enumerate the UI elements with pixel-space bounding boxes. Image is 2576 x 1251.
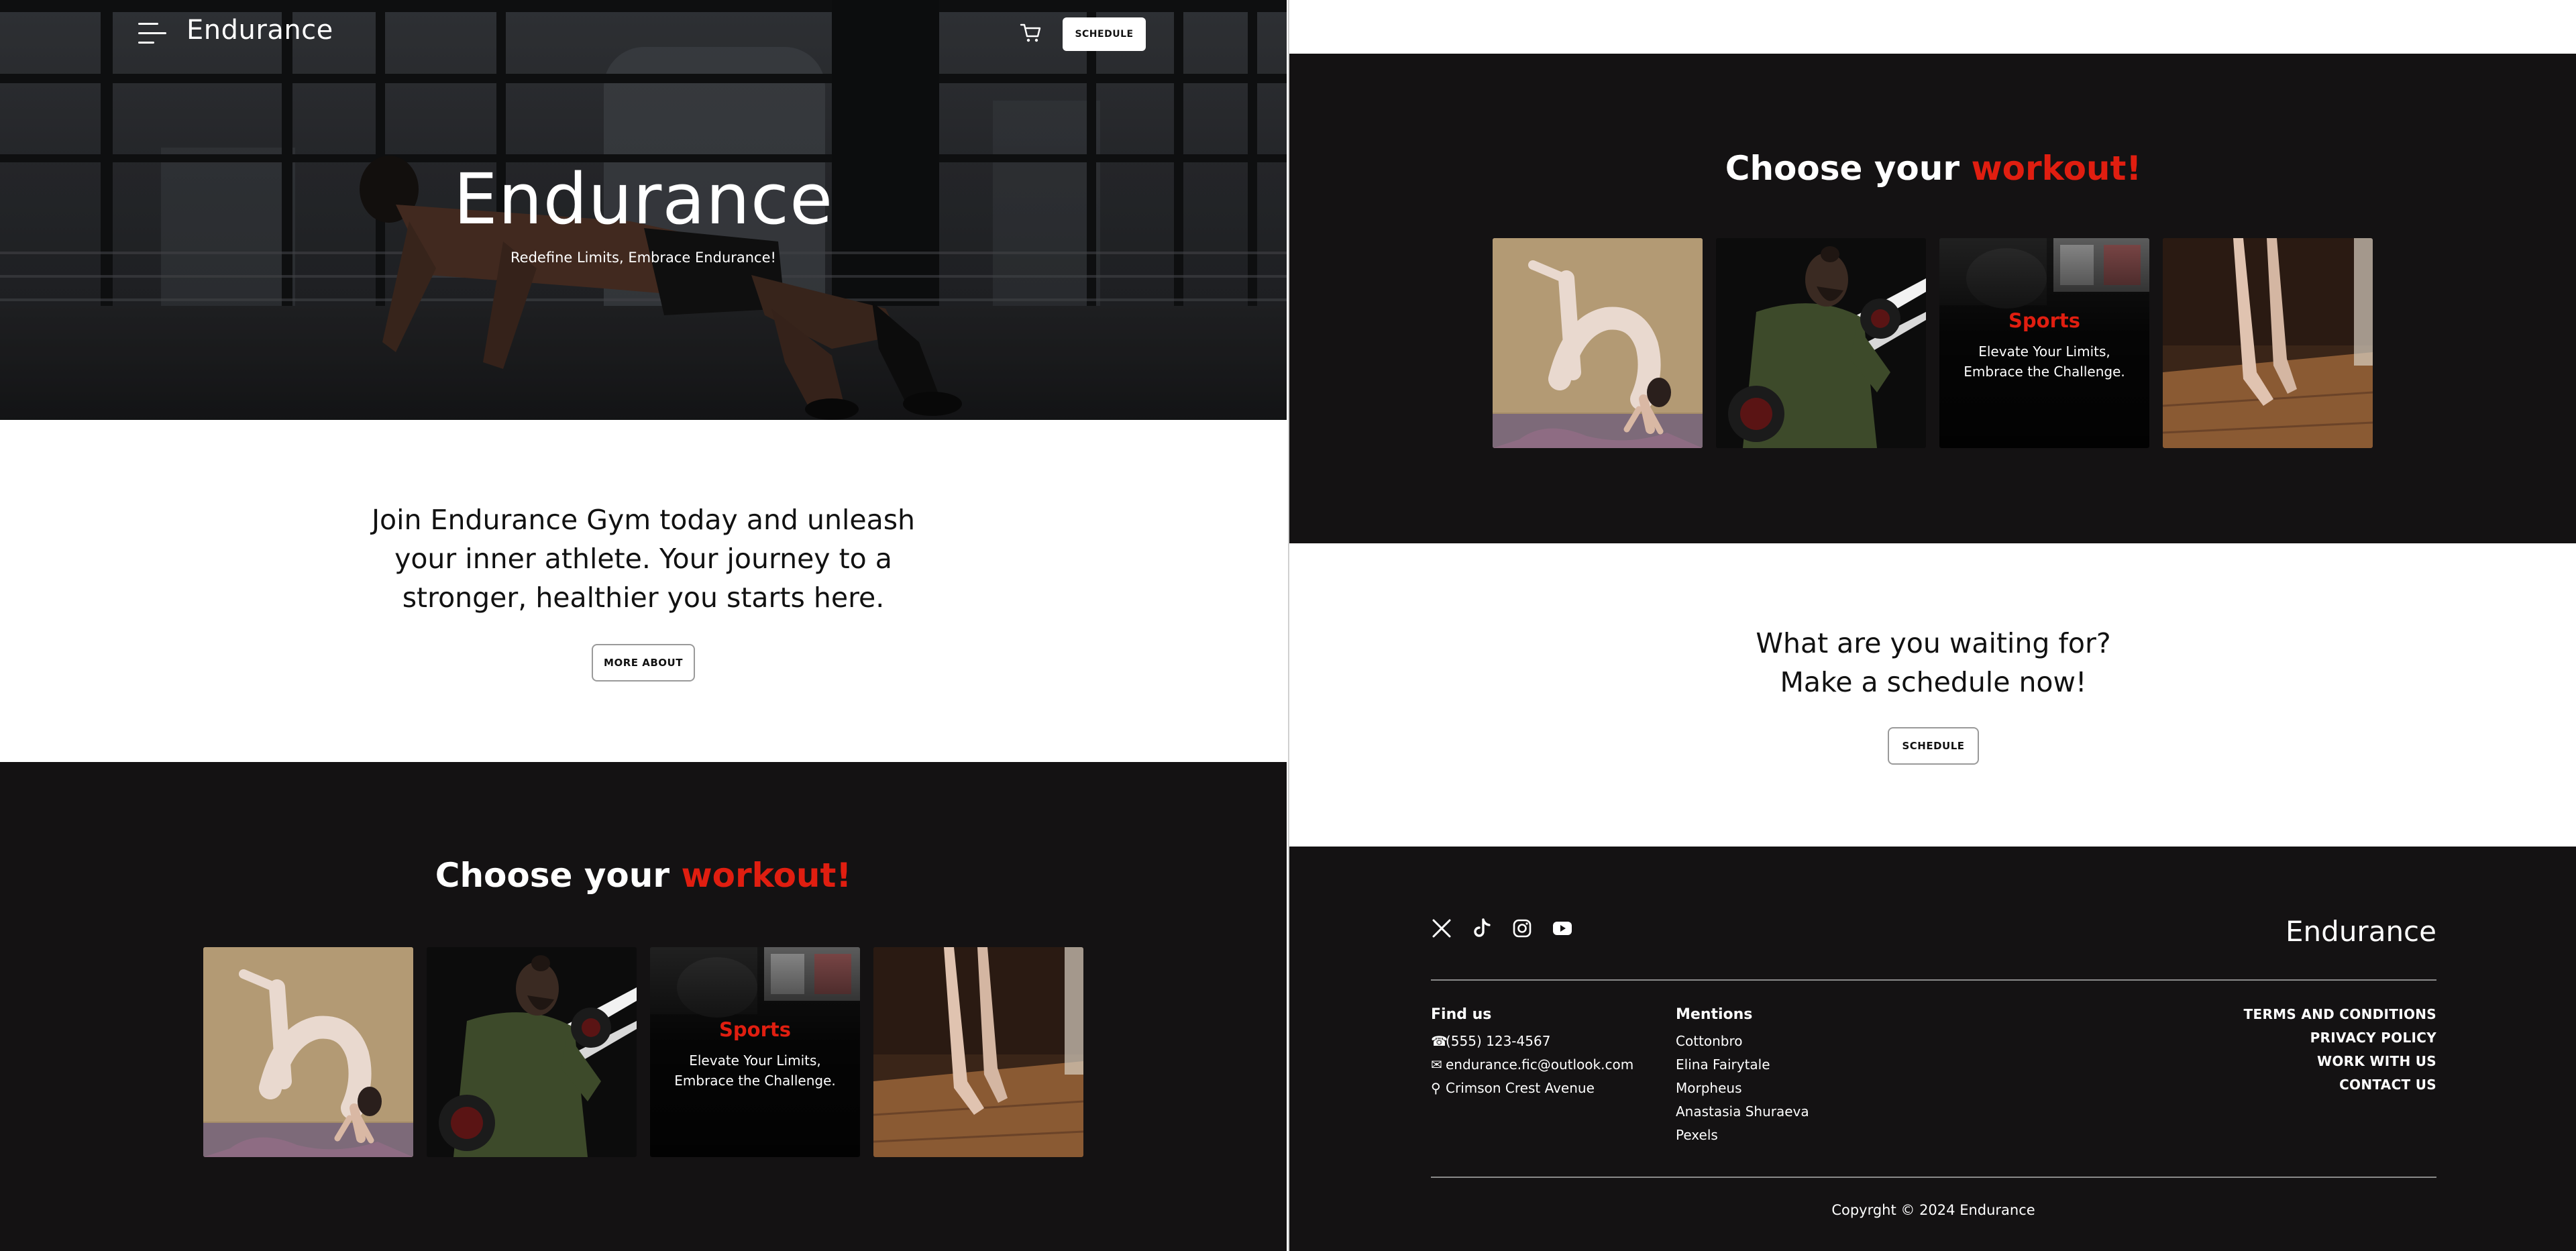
mention-item: Pexels — [1676, 1127, 1718, 1143]
sports-card-title: Sports — [2008, 309, 2080, 332]
cta-line-2: Make a schedule now! — [1780, 666, 2087, 698]
find-us-title: Find us — [1431, 1006, 1492, 1023]
hero-section: Endurance SCHEDULE Endurance Redefine Li… — [0, 0, 1287, 420]
workout-title-accent-repeat: workout! — [1971, 149, 2142, 188]
workout-title-accent: workout! — [681, 856, 852, 895]
ballet-pointe-photo — [873, 947, 1083, 1157]
cta-section: What are you waiting for? Make a schedul… — [1289, 543, 2576, 847]
dumbbell-athlete-photo — [1716, 238, 1926, 448]
email-item[interactable]: ✉ endurance.fic@outlook.com — [1431, 1056, 1633, 1073]
address-text: Crimson Crest Avenue — [1446, 1080, 1595, 1096]
mentions-title: Mentions — [1676, 1006, 1753, 1023]
yoga-backbend-photo — [1493, 238, 1703, 448]
copyright-text: Copyrght © 2024 Endurance — [1831, 1202, 2035, 1218]
x-icon[interactable] — [1431, 918, 1452, 939]
more-about-button[interactable]: MORE ABOUT — [592, 644, 695, 682]
sports-card-tagline: Elevate Your Limits, Embrace the Challen… — [1939, 341, 2149, 382]
hero-subtitle: Redefine Limits, Embrace Endurance! — [511, 250, 776, 266]
mention-item: Cottonbro — [1676, 1033, 1743, 1049]
envelope-icon: ✉ — [1431, 1056, 1442, 1073]
location-pin-icon: ⚲ — [1431, 1080, 1441, 1096]
mention-item: Anastasia Shuraeva — [1676, 1103, 1809, 1120]
workout-card-strength-repeat[interactable] — [1716, 238, 1926, 448]
workout-card-yoga[interactable] — [203, 947, 413, 1157]
email-text: endurance.fic@outlook.com — [1446, 1056, 1634, 1073]
contact-us-link[interactable]: CONTACT US — [2339, 1077, 2436, 1093]
workout-card-sports-repeat[interactable]: Sports Elevate Your Limits, Embrace the … — [1939, 238, 2149, 448]
hero-title: Endurance — [453, 158, 834, 240]
footer-brand: Endurance — [2286, 915, 2436, 948]
dumbbell-athlete-photo — [427, 947, 637, 1157]
brand-logo[interactable]: Endurance — [186, 15, 333, 46]
schedule-button-cta[interactable]: SCHEDULE — [1888, 727, 1979, 765]
shopping-cart-icon[interactable] — [1020, 23, 1042, 43]
intro-section: Join Endurance Gym today and unleash you… — [0, 420, 1287, 762]
workout-card-yoga-repeat[interactable] — [1493, 238, 1703, 448]
workout-title: Choose your workout! — [0, 856, 1287, 895]
top-navbar: Endurance SCHEDULE — [0, 0, 1287, 67]
schedule-button-header[interactable]: SCHEDULE — [1063, 17, 1146, 51]
intro-line-2: your inner athlete. Your journey to a — [394, 543, 892, 575]
sports-card-tagline-2: Embrace the Challenge. — [674, 1073, 836, 1089]
work-with-us-link[interactable]: WORK WITH US — [2317, 1053, 2436, 1069]
terms-link[interactable]: TERMS AND CONDITIONS — [2244, 1006, 2436, 1022]
instagram-icon[interactable] — [1511, 918, 1533, 939]
sports-card-title: Sports — [719, 1018, 791, 1041]
workout-card-sports[interactable]: Sports Elevate Your Limits, Embrace the … — [650, 947, 860, 1157]
address-item: ⚲ Crimson Crest Avenue — [1431, 1080, 1595, 1096]
phone-item: ☎(555) 123-4567 — [1431, 1033, 1550, 1049]
sports-card-tagline-1: Elevate Your Limits, — [689, 1052, 821, 1069]
youtube-icon[interactable] — [1552, 918, 1573, 939]
workout-title-prefix: Choose your — [435, 856, 682, 895]
phone-icon: ☎ — [1431, 1033, 1448, 1049]
footer-divider-bottom — [1431, 1177, 2436, 1178]
workout-card-strength[interactable] — [427, 947, 637, 1157]
workout-card-ballet-repeat[interactable] — [2163, 238, 2373, 448]
footer-divider-top — [1431, 979, 2436, 981]
footer: Endurance Find us ☎(555) 123-4567 ✉ endur… — [1289, 847, 2576, 1251]
privacy-link[interactable]: PRIVACY POLICY — [2310, 1030, 2436, 1046]
intro-text: Join Endurance Gym today and unleash you… — [349, 500, 938, 617]
workout-section: Choose your workout! Sports Elevate Your… — [0, 762, 1287, 1251]
page-view-bottom: Choose your workout! Sports Elevate Your… — [1288, 0, 2576, 1251]
tiktok-icon[interactable] — [1471, 918, 1493, 939]
page-view-top: Endurance SCHEDULE Endurance Redefine Li… — [0, 0, 1287, 1251]
workout-card-ballet[interactable] — [873, 947, 1083, 1157]
sports-card-tagline-1: Elevate Your Limits, — [1978, 343, 2110, 360]
workout-section-repeat: Choose your workout! Sports Elevate Your… — [1289, 54, 2576, 543]
mention-item: Morpheus — [1676, 1080, 1742, 1096]
phone-text: (555) 123-4567 — [1446, 1033, 1551, 1049]
intro-line-3: stronger, healthier you starts here. — [402, 582, 885, 614]
workout-title-prefix-repeat: Choose your — [1725, 149, 1972, 188]
hamburger-menu-icon[interactable] — [138, 23, 166, 44]
yoga-backbend-photo — [203, 947, 413, 1157]
sports-card-tagline: Elevate Your Limits, Embrace the Challen… — [650, 1050, 860, 1091]
mention-item: Elina Fairytale — [1676, 1056, 1770, 1073]
cta-line-1: What are you waiting for? — [1756, 627, 2111, 659]
ballet-pointe-photo — [2163, 238, 2373, 448]
cta-text: What are you waiting for? Make a schedul… — [1289, 624, 2576, 702]
sports-card-tagline-2: Embrace the Challenge. — [1964, 364, 2125, 380]
workout-title-repeat: Choose your workout! — [1289, 149, 2576, 188]
intro-line-1: Join Endurance Gym today and unleash — [371, 504, 916, 536]
